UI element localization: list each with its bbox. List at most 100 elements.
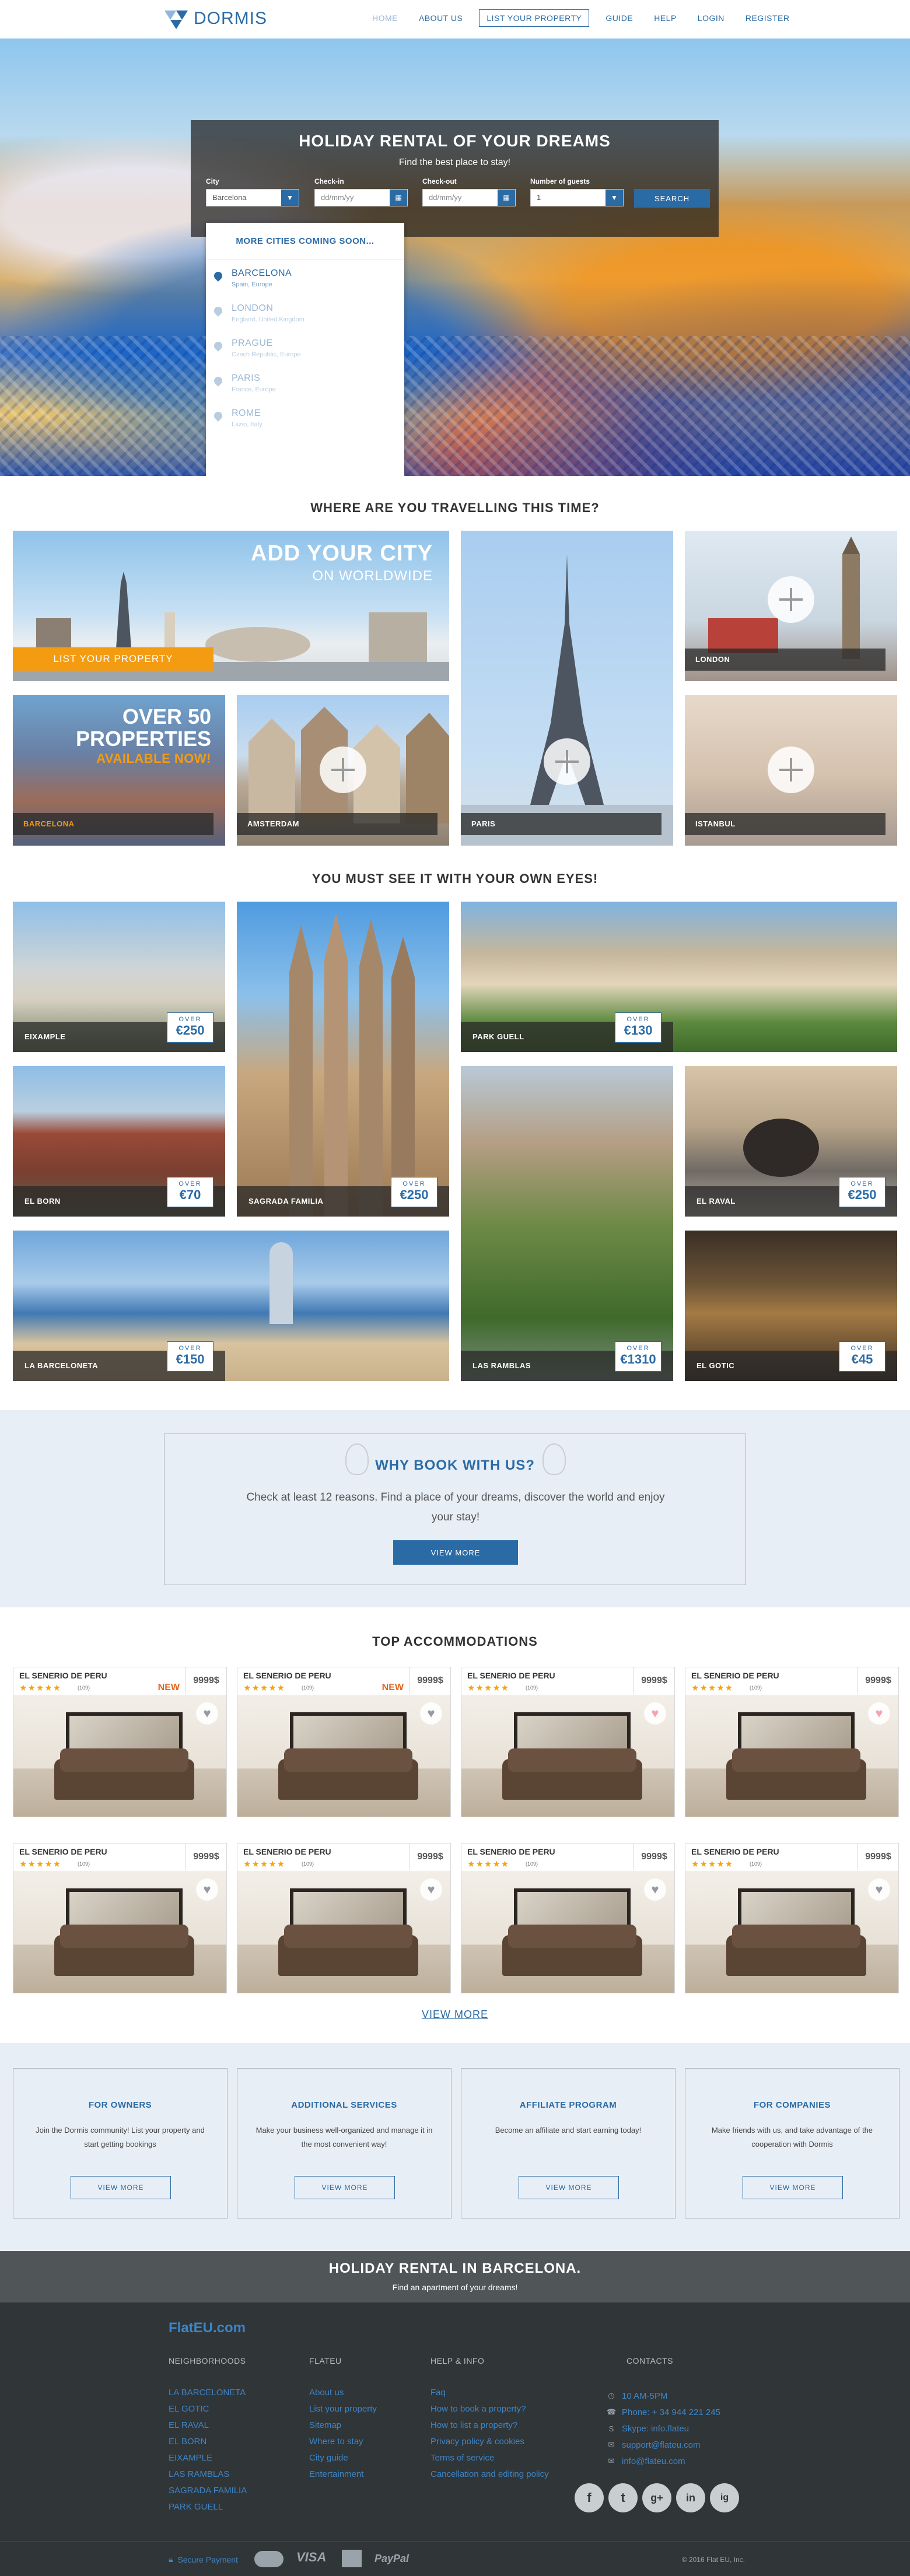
logo[interactable]: DORMIS	[164, 8, 267, 29]
dropdown-item-prague[interactable]: PRAGUE Czech Republic, Europe	[206, 336, 404, 371]
footer-link[interactable]: Sitemap	[309, 2420, 377, 2437]
price-value: €250	[176, 1023, 205, 1038]
footer-link[interactable]: List your property	[309, 2404, 377, 2420]
info-view-more-button[interactable]: VIEW MORE	[743, 2176, 843, 2199]
nav-list-your-property[interactable]: LIST YOUR PROPERTY	[479, 9, 590, 27]
city-select[interactable]: Barcelona ▼	[206, 189, 299, 206]
dropdown-city: PRAGUE	[232, 338, 273, 348]
accommodation-card[interactable]: EL SENERIO DE PERU ★★★★★ (109) 9999$ ♥	[461, 1667, 675, 1817]
add-icon[interactable]	[320, 746, 366, 793]
place-tile-la-barceloneta[interactable]: LA BARCELONETA OVER €150	[13, 1231, 449, 1381]
guests-select[interactable]: 1 ▼	[530, 189, 624, 206]
why-view-more-button[interactable]: VIEW MORE	[393, 1540, 518, 1565]
add-icon[interactable]	[768, 746, 814, 793]
footer-link[interactable]: Entertainment	[309, 2469, 377, 2486]
contact-support-email[interactable]: ✉ support@flateu.com	[607, 2437, 720, 2453]
footer-link[interactable]: EIXAMPLE	[169, 2453, 247, 2469]
dropdown-item-paris[interactable]: PARIS France, Europe	[206, 371, 404, 406]
contact-skype[interactable]: S Skype: info.flateu	[607, 2420, 720, 2437]
accommodation-card[interactable]: EL SENERIO DE PERU ★★★★★ (109) 9999$ ♥	[13, 1843, 227, 1993]
accommodation-card[interactable]: EL SENERIO DE PERU ★★★★★ (109) 9999$ ♥	[685, 1843, 899, 1993]
nav-guide[interactable]: GUIDE	[601, 10, 638, 26]
footer-neighborhoods: LA BARCELONETA EL GOTIC EL RAVAL EL BORN…	[169, 2388, 247, 2518]
footer-divider	[0, 2541, 910, 2542]
favorite-heart-icon[interactable]: ♥	[420, 1878, 442, 1901]
destination-tile-amsterdam[interactable]: AMSTERDAM	[237, 695, 449, 846]
accommodation-card[interactable]: EL SENERIO DE PERU ★★★★★ (109) NEW 9999$ ♥	[13, 1667, 227, 1817]
nav-home[interactable]: HOME	[368, 10, 402, 26]
checkin-placeholder: dd/mm/yy	[321, 193, 354, 202]
nav-login[interactable]: LOGIN	[693, 10, 729, 26]
linkedin-icon[interactable]: in	[676, 2483, 705, 2512]
favorite-heart-icon[interactable]: ♥	[868, 1878, 890, 1901]
info-view-more-button[interactable]: VIEW MORE	[295, 2176, 395, 2199]
checkin-field[interactable]: dd/mm/yy ▦	[314, 189, 408, 206]
add-icon[interactable]	[544, 738, 590, 785]
place-tile-las-ramblas[interactable]: LAS RAMBLAS OVER €1310	[461, 1066, 673, 1381]
destination-tile-london[interactable]: LONDON	[685, 531, 897, 681]
place-tile-park-guell[interactable]: PARK GUELL OVER €130	[461, 902, 897, 1052]
favorite-heart-icon[interactable]: ♥	[196, 1702, 218, 1725]
accommodation-card[interactable]: EL SENERIO DE PERU ★★★★★ (109) 9999$ ♥	[461, 1843, 675, 1993]
footer-link[interactable]: Terms of service	[430, 2453, 549, 2469]
footer-link[interactable]: EL GOTIC	[169, 2404, 247, 2420]
footer-link[interactable]: City guide	[309, 2453, 377, 2469]
footer-link[interactable]: Where to stay	[309, 2437, 377, 2453]
contact-info-email[interactable]: ✉ info@flateu.com	[607, 2453, 720, 2469]
info-view-more-button[interactable]: VIEW MORE	[71, 2176, 171, 2199]
info-view-more-button[interactable]: VIEW MORE	[519, 2176, 619, 2199]
footer-link[interactable]: LAS RAMBLAS	[169, 2469, 247, 2486]
price-badge: OVER €150	[167, 1341, 214, 1372]
footer-link[interactable]: LA BARCELONETA	[169, 2388, 247, 2404]
facebook-icon[interactable]: f	[575, 2483, 604, 2512]
favorite-heart-icon[interactable]: ♥	[196, 1878, 218, 1901]
destination-tile-paris[interactable]: PARIS	[461, 531, 673, 846]
place-tile-el-raval[interactable]: EL RAVAL OVER €250	[685, 1066, 897, 1217]
place-tile-el-gotic[interactable]: EL GOTIC OVER €45	[685, 1231, 897, 1381]
dropdown-item-london[interactable]: LONDON England, United Kingdom	[206, 301, 404, 336]
add-city-tile[interactable]: ADD YOUR CITY ON WORLDWIDE LIST YOUR PRO…	[13, 531, 449, 681]
accommodation-card[interactable]: EL SENERIO DE PERU ★★★★★ (109) 9999$ ♥	[685, 1667, 899, 1817]
search-button[interactable]: SEARCH	[634, 189, 710, 208]
google-plus-icon[interactable]: g+	[642, 2483, 671, 2512]
favorite-heart-icon[interactable]: ♥	[644, 1702, 666, 1725]
dropdown-item-rome[interactable]: ROME Lazio, Italy	[206, 406, 404, 441]
destination-tile-barcelona[interactable]: OVER 50 PROPERTIES AVAILABLE NOW! BARCEL…	[13, 695, 225, 846]
twitter-icon[interactable]: t	[608, 2483, 638, 2512]
footer-link[interactable]: How to list a property?	[430, 2420, 549, 2437]
calendar-icon[interactable]: ▦	[498, 190, 515, 206]
place-tile-eixample[interactable]: EIXAMPLE OVER €250	[13, 902, 225, 1052]
dropdown-item-barcelona[interactable]: BARCELONA Spain, Europe	[206, 266, 404, 301]
accommodations-view-more-link[interactable]: VIEW MORE	[0, 2009, 910, 2021]
footer-link[interactable]: EL BORN	[169, 2437, 247, 2453]
footer-link[interactable]: PARK GUELL	[169, 2502, 247, 2518]
favorite-heart-icon[interactable]: ♥	[644, 1878, 666, 1901]
accommodation-card[interactable]: EL SENERIO DE PERU ★★★★★ (109) NEW 9999$ ♥	[237, 1667, 451, 1817]
price-badge: OVER €1310	[615, 1341, 662, 1372]
footer-link[interactable]: SAGRADA FAMILIA	[169, 2486, 247, 2502]
instagram-icon[interactable]: ig	[710, 2483, 739, 2512]
footer-link[interactable]: Cancellation and editing policy	[430, 2469, 549, 2486]
footer-link[interactable]: About us	[309, 2388, 377, 2404]
nav-about-us[interactable]: ABOUT US	[414, 10, 467, 26]
place-tile-el-born[interactable]: EL BORN OVER €70	[13, 1066, 225, 1217]
footer-link[interactable]: Faq	[430, 2388, 549, 2404]
place-tile-sagrada-familia[interactable]: SAGRADA FAMILIA OVER €250	[237, 902, 449, 1217]
calendar-icon[interactable]: ▦	[390, 190, 407, 206]
nav-register[interactable]: REGISTER	[741, 10, 794, 26]
checkout-field[interactable]: dd/mm/yy ▦	[422, 189, 516, 206]
contact-phone[interactable]: ☎ Phone: + 34 944 221 245	[607, 2404, 720, 2420]
footer-link[interactable]: Privacy policy & cookies	[430, 2437, 549, 2453]
add-icon[interactable]	[768, 576, 814, 623]
nav-help[interactable]: HELP	[649, 10, 681, 26]
favorite-heart-icon[interactable]: ♥	[420, 1702, 442, 1725]
footer-banner: HOLIDAY RENTAL IN BARCELONA. Find an apa…	[0, 2251, 910, 2302]
destination-tile-istanbul[interactable]: ISTANBUL	[685, 695, 897, 846]
footer-link[interactable]: EL RAVAL	[169, 2420, 247, 2437]
price-badge: OVER €250	[391, 1177, 438, 1207]
list-your-property-button[interactable]: LIST YOUR PROPERTY	[13, 647, 214, 671]
footer-logo[interactable]: FlatEU.com	[169, 2320, 246, 2336]
footer-link[interactable]: How to book a property?	[430, 2404, 549, 2420]
favorite-heart-icon[interactable]: ♥	[868, 1702, 890, 1725]
accommodation-card[interactable]: EL SENERIO DE PERU ★★★★★ (109) 9999$ ♥	[237, 1843, 451, 1993]
